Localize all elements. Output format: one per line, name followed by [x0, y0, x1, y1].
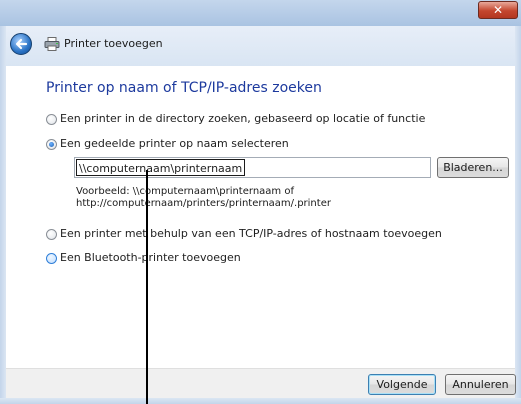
radio-directory-search[interactable]: [46, 114, 57, 125]
example-text: Voorbeeld: \\computernaam\printernaam of…: [76, 186, 331, 210]
cancel-button[interactable]: Annuleren: [445, 374, 516, 395]
radio-bluetooth-printer[interactable]: [46, 253, 57, 264]
page-heading: Printer op naam of TCP/IP-adres zoeken: [46, 80, 322, 96]
printer-name-value[interactable]: \\computernaam\printernaam: [76, 159, 246, 176]
example-line-2: http://computernaam/printers/printernaam…: [76, 198, 331, 209]
example-line-1: Voorbeeld: \\computernaam\printernaam of: [76, 186, 294, 197]
button-footer: [6, 368, 515, 399]
option-label-bluetooth-printer[interactable]: Een Bluetooth-printer toevoegen: [60, 251, 241, 264]
option-label-tcpip-hostname[interactable]: Een printer met behulp van een TCP/IP-ad…: [60, 227, 442, 240]
option-label-directory-search[interactable]: Een printer in de directory zoeken, geba…: [60, 112, 425, 125]
text-cursor-line: [146, 170, 148, 404]
close-button[interactable]: ✕: [478, 1, 518, 19]
browse-button[interactable]: Bladeren...: [437, 157, 509, 178]
window-frame-right: [515, 26, 521, 404]
radio-shared-printer[interactable]: [46, 139, 57, 150]
dialog-title: Printer toevoegen: [64, 37, 163, 50]
printer-icon: [44, 37, 60, 51]
back-arrow-icon: [15, 38, 28, 50]
radio-tcpip-hostname[interactable]: [46, 229, 57, 240]
back-button[interactable]: [10, 33, 32, 55]
option-label-shared-printer[interactable]: Een gedeelde printer op naam selecteren: [60, 137, 289, 150]
title-bar: [0, 0, 521, 26]
close-icon: ✕: [492, 3, 504, 17]
next-button[interactable]: Volgende: [368, 374, 436, 395]
window-frame-bottom: [0, 398, 521, 404]
